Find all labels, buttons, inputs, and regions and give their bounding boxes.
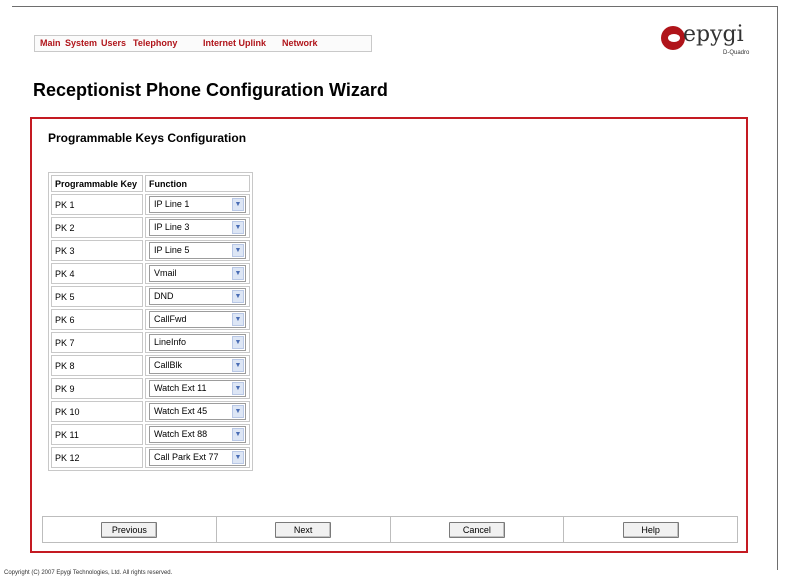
table-row: PK 3 IP Line 5 ▼ <box>51 240 250 261</box>
programmable-keys-table: Programmable Key Function PK 1 IP Line 1 ▼… <box>48 172 253 471</box>
function-select[interactable]: IP Line 1 ▼ <box>149 196 246 213</box>
function-select[interactable]: CallBlk ▼ <box>149 357 246 374</box>
header-function: Function <box>145 175 250 192</box>
function-value: CallFwd <box>154 314 187 324</box>
table-row: PK 5 DND ▼ <box>51 286 250 307</box>
page-title: Receptionist Phone Configuration Wizard <box>33 80 388 100</box>
chevron-down-icon[interactable]: ▼ <box>232 221 244 234</box>
table-row: PK 1 IP Line 1 ▼ <box>51 194 250 215</box>
chevron-down-icon[interactable]: ▼ <box>232 313 244 326</box>
chevron-down-icon[interactable]: ▼ <box>232 405 244 418</box>
help-button[interactable]: Help <box>622 521 679 538</box>
chevron-down-icon[interactable]: ▼ <box>232 290 244 303</box>
cancel-button[interactable]: Cancel <box>448 521 505 538</box>
nav-telephony[interactable]: Telephony <box>133 38 177 48</box>
chevron-down-icon[interactable]: ▼ <box>232 382 244 395</box>
epygi-logo-icon <box>661 26 685 50</box>
nav-main[interactable]: Main <box>40 38 61 48</box>
key-label: PK 3 <box>51 240 143 261</box>
function-value: Vmail <box>154 268 177 278</box>
function-select[interactable]: Call Park Ext 77 ▼ <box>149 449 246 466</box>
table-row: PK 4 Vmail ▼ <box>51 263 250 284</box>
function-select[interactable]: IP Line 5 ▼ <box>149 242 246 259</box>
section-title: Programmable Keys Configuration <box>48 131 247 145</box>
config-panel: Programmable Keys Configuration Programm… <box>30 117 748 553</box>
key-label: PK 10 <box>51 401 143 422</box>
wizard-button-bar: Previous Next Cancel Help <box>42 516 738 543</box>
key-label: PK 12 <box>51 447 143 468</box>
key-label: PK 5 <box>51 286 143 307</box>
function-value: IP Line 3 <box>154 222 190 232</box>
table-row: PK 11 Watch Ext 88 ▼ <box>51 424 250 445</box>
key-label: PK 2 <box>51 217 143 238</box>
function-select[interactable]: Watch Ext 45 ▼ <box>149 403 246 420</box>
chevron-down-icon[interactable]: ▼ <box>232 359 244 372</box>
chevron-down-icon[interactable]: ▼ <box>232 267 244 280</box>
function-value: DND <box>154 291 174 301</box>
table-row: PK 6 CallFwd ▼ <box>51 309 250 330</box>
function-value: CallBlk <box>154 360 183 370</box>
logo-subtitle: D-Quadro <box>723 50 750 56</box>
chevron-down-icon[interactable]: ▼ <box>232 198 244 211</box>
copyright-footer: Copyright (C) 2007 Epygi Technologies, L… <box>4 570 173 576</box>
nav-network[interactable]: Network <box>282 38 318 48</box>
epygi-logo: epygi D-Quadro <box>661 22 771 60</box>
function-value: LineInfo <box>154 337 187 347</box>
key-label: PK 6 <box>51 309 143 330</box>
function-value: Watch Ext 88 <box>154 429 208 439</box>
function-value: Watch Ext 45 <box>154 406 208 416</box>
function-select[interactable]: LineInfo ▼ <box>149 334 246 351</box>
function-value: Call Park Ext 77 <box>154 452 219 462</box>
chevron-down-icon[interactable]: ▼ <box>232 428 244 441</box>
key-label: PK 4 <box>51 263 143 284</box>
function-value: IP Line 5 <box>154 245 190 255</box>
table-row: PK 2 IP Line 3 ▼ <box>51 217 250 238</box>
key-label: PK 8 <box>51 355 143 376</box>
function-select[interactable]: DND ▼ <box>149 288 246 305</box>
nav-users[interactable]: Users <box>101 38 126 48</box>
key-label: PK 1 <box>51 194 143 215</box>
header-programmable-key: Programmable Key <box>51 175 143 192</box>
key-label: PK 7 <box>51 332 143 353</box>
table-row: PK 12 Call Park Ext 77 ▼ <box>51 447 250 468</box>
function-select[interactable]: IP Line 3 ▼ <box>149 219 246 236</box>
function-select[interactable]: Vmail ▼ <box>149 265 246 282</box>
chevron-down-icon[interactable]: ▼ <box>232 451 244 464</box>
next-button[interactable]: Next <box>275 521 332 538</box>
previous-button[interactable]: Previous <box>101 521 158 538</box>
key-label: PK 11 <box>51 424 143 445</box>
key-label: PK 9 <box>51 378 143 399</box>
table-row: PK 7 LineInfo ▼ <box>51 332 250 353</box>
top-nav: Main System Users Telephony Internet Upl… <box>34 35 372 52</box>
function-value: Watch Ext 11 <box>154 383 207 393</box>
function-select[interactable]: CallFwd ▼ <box>149 311 246 328</box>
logo-text: epygi <box>683 22 744 47</box>
function-select[interactable]: Watch Ext 88 ▼ <box>149 426 246 443</box>
table-row: PK 8 CallBlk ▼ <box>51 355 250 376</box>
function-select[interactable]: Watch Ext 11 ▼ <box>149 380 246 397</box>
chevron-down-icon[interactable]: ▼ <box>232 244 244 257</box>
chevron-down-icon[interactable]: ▼ <box>232 336 244 349</box>
table-row: PK 10 Watch Ext 45 ▼ <box>51 401 250 422</box>
nav-internet-uplink[interactable]: Internet Uplink <box>203 38 266 48</box>
nav-system[interactable]: System <box>65 38 97 48</box>
table-row: PK 9 Watch Ext 11 ▼ <box>51 378 250 399</box>
function-value: IP Line 1 <box>154 199 190 209</box>
